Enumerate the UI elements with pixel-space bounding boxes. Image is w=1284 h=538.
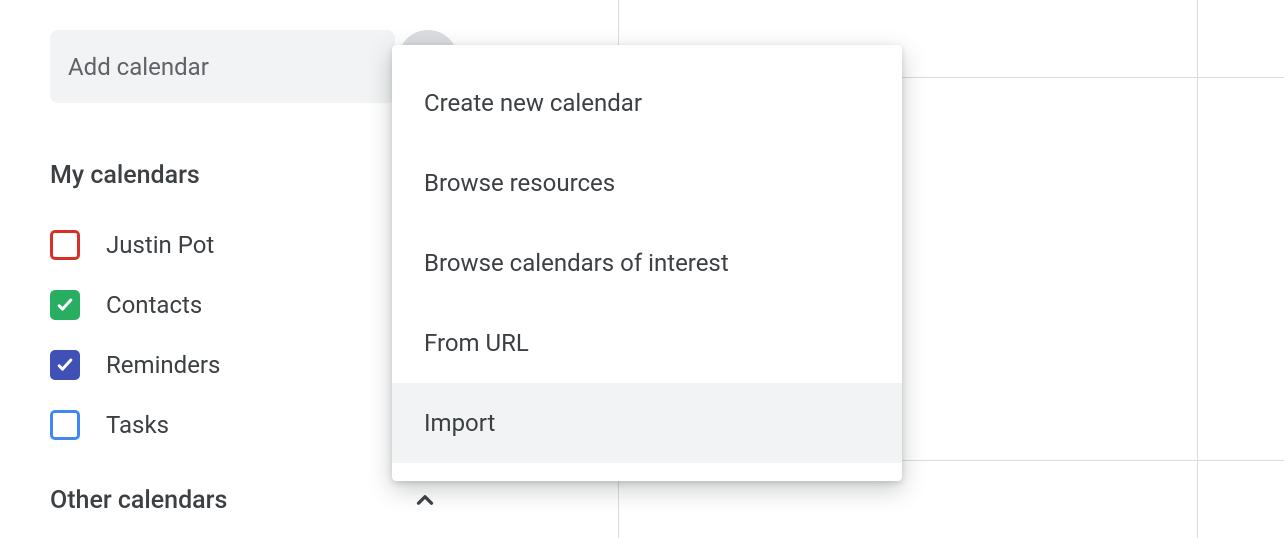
chevron-up-icon [412,487,438,513]
calendar-checkbox[interactable] [50,230,80,260]
calendar-label: Tasks [106,411,169,439]
check-icon [55,295,75,315]
menu-item-from-url[interactable]: From URL [392,303,902,383]
calendar-checkbox[interactable] [50,410,80,440]
calendar-checkbox[interactable] [50,350,80,380]
menu-item-import[interactable]: Import [392,383,902,463]
grid-line [1197,0,1198,538]
calendar-label: Contacts [106,291,202,319]
calendar-checkbox[interactable] [50,290,80,320]
menu-item-browse-resources[interactable]: Browse resources [392,143,902,223]
other-calendars-header[interactable]: Other calendars [50,486,227,515]
check-icon [55,355,75,375]
calendar-label: Justin Pot [106,231,214,259]
other-calendars-header-row: Other calendars [50,480,445,520]
add-calendar-input[interactable]: Add calendar [50,30,395,103]
collapse-other-calendars-button[interactable] [405,480,445,520]
add-calendar-menu: Create new calendar Browse resources Bro… [392,45,902,481]
sidebar: Add calendar My calendars Justin Pot Con… [0,0,460,520]
menu-item-create-new-calendar[interactable]: Create new calendar [392,63,902,143]
calendar-label: Reminders [106,351,220,379]
menu-item-browse-calendars-of-interest[interactable]: Browse calendars of interest [392,223,902,303]
